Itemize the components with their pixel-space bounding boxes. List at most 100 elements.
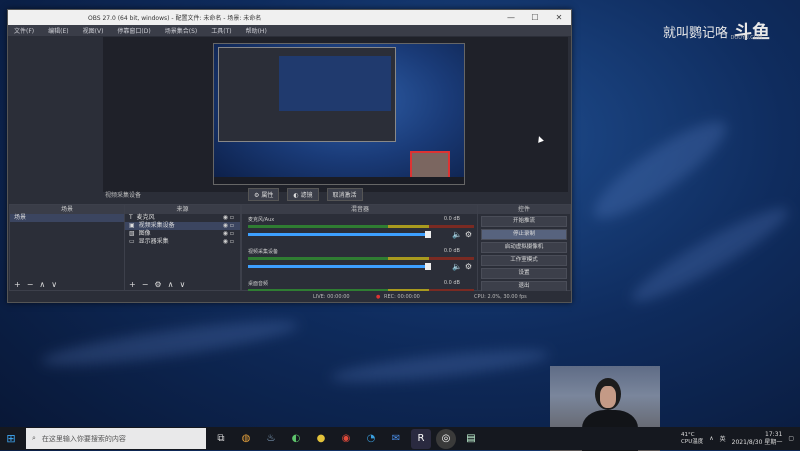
deactivate-button[interactable]: 取消激活 — [326, 188, 363, 201]
channel-db: 0.0 dB — [443, 280, 460, 286]
text-icon: T — [129, 214, 133, 221]
add-icon[interactable]: + — [14, 280, 21, 289]
temperature-widget[interactable]: 41°C CPU温度 — [681, 432, 703, 446]
scene-item[interactable]: 场景 — [10, 214, 124, 222]
window-title: OBS 27.0 (64 bit, windows) - 配置文件: 未命名 -… — [88, 15, 262, 22]
source-toolbar: ⚙ 属性 ◐ 滤镜 取消激活 — [248, 188, 363, 201]
browser-360-icon[interactable]: ◐ — [286, 429, 306, 449]
filters-button[interactable]: ◐ 滤镜 — [287, 188, 319, 201]
mail-icon[interactable]: ✉ — [386, 429, 406, 449]
controls-title: 控件 — [478, 205, 570, 214]
properties-label: 属性 — [261, 192, 274, 199]
clock-time: 17:31 — [765, 430, 783, 438]
image-icon: ▧ — [129, 230, 135, 237]
rec-dot-icon: ● — [376, 293, 381, 300]
douyu-url: DOUYU.COM — [730, 35, 763, 41]
temperature-value: 41°C — [681, 431, 695, 438]
clock-date: 2021/8/30 星期一 — [731, 438, 783, 446]
obs-titlebar[interactable]: OBS 27.0 (64 bit, windows) - 配置文件: 未命名 -… — [8, 10, 571, 25]
rockstar-icon[interactable]: R — [411, 428, 431, 449]
mixer-channel: 麦克风/Aux 0.0 dB 🔈 ⚙ — [248, 216, 474, 246]
preview-taskbar — [214, 177, 464, 184]
close-icon[interactable]: ✕ — [547, 13, 571, 22]
eye-icon[interactable]: ◉ ▫ — [223, 222, 234, 230]
menu-docks[interactable]: 停靠窗口(D) — [117, 26, 150, 35]
move-up-icon[interactable]: ∧ — [39, 280, 45, 289]
source-item[interactable]: ▣ 视频采集设备 ◉ ▫ — [125, 222, 240, 230]
start-streaming-button[interactable]: 开始推流 — [481, 216, 567, 227]
edge-icon[interactable]: ◔ — [361, 429, 381, 449]
speaker-icon[interactable]: 🔈 — [452, 262, 462, 271]
controls-dock: 控件 开始推流 停止录制 启动虚拟摄像机 工作室模式 设置 退出 — [477, 204, 571, 292]
gear-icon[interactable]: ⚙ — [154, 280, 161, 289]
scene-item-label: 场景 — [14, 214, 27, 221]
eye-icon[interactable]: ◉ ▫ — [223, 230, 234, 238]
ime-indicator[interactable]: 英 — [720, 434, 726, 443]
eye-icon[interactable]: ◉ ▫ — [223, 214, 234, 222]
move-down-icon[interactable]: ∨ — [51, 280, 57, 289]
menu-view[interactable]: 视图(V) — [83, 26, 104, 35]
app-yellow-icon[interactable]: ● — [311, 429, 331, 449]
notification-icon[interactable]: ▢ — [788, 435, 794, 442]
stop-recording-button[interactable]: 停止录制 — [481, 229, 567, 240]
task-view-icon[interactable]: ⧉ — [211, 429, 231, 449]
gear-icon[interactable]: ⚙ — [465, 230, 472, 239]
menu-file[interactable]: 文件(F) — [14, 26, 34, 35]
speaker-icon[interactable]: 🔈 — [452, 230, 462, 239]
slider-handle[interactable] — [425, 263, 431, 270]
preview-canvas[interactable] — [213, 43, 465, 185]
menu-edit[interactable]: 编辑(E) — [48, 26, 68, 35]
source-label: 图像 — [138, 230, 151, 237]
studio-mode-button[interactable]: 工作室模式 — [481, 255, 567, 266]
cpu-fps: CPU: 2.0%, 30.00 fps — [474, 293, 527, 300]
channel-db: 0.0 dB — [443, 248, 460, 254]
menu-scene-collection[interactable]: 场景集合(S) — [165, 26, 198, 35]
source-item[interactable]: ▭ 显示器采集 ◉ ▫ — [125, 238, 240, 246]
remove-icon[interactable]: − — [27, 280, 34, 289]
chrome-icon[interactable]: ◉ — [336, 429, 356, 449]
move-down-icon[interactable]: ∨ — [179, 280, 185, 289]
menu-help[interactable]: 帮助(H) — [246, 26, 267, 35]
windows-start-icon[interactable]: ⊞ — [0, 432, 22, 445]
menu-tools[interactable]: 工具(T) — [211, 26, 231, 35]
mixer-channel: 视频采集设备 0.0 dB 🔈 ⚙ — [248, 248, 474, 278]
maximize-icon[interactable]: ☐ — [523, 13, 547, 22]
rec-timer: REC: 00:00:00 — [384, 293, 420, 300]
volume-meter — [248, 225, 474, 228]
chevron-up-icon[interactable]: ∧ — [709, 435, 713, 442]
browser-icon[interactable]: ◍ — [236, 429, 256, 449]
properties-button[interactable]: ⚙ 属性 — [248, 188, 280, 201]
volume-slider[interactable] — [248, 263, 431, 270]
source-label: 麦克风 — [136, 214, 155, 221]
remove-icon[interactable]: − — [142, 280, 149, 289]
settings-button[interactable]: 设置 — [481, 268, 567, 279]
source-item[interactable]: ▧ 图像 ◉ ▫ — [125, 230, 240, 238]
obs-icon[interactable]: ◎ — [436, 428, 456, 449]
status-bar: LIVE: 00:00:00 ● REC: 00:00:00 CPU: 2.0%… — [8, 291, 571, 302]
move-up-icon[interactable]: ∧ — [168, 280, 174, 289]
temperature-label: CPU温度 — [681, 438, 704, 445]
steam-icon[interactable]: ♨ — [261, 429, 281, 449]
slider-handle[interactable] — [425, 231, 431, 238]
source-item[interactable]: T 麦克风 ◉ ▫ — [125, 214, 240, 222]
search-placeholder: 在这里输入你要搜索的内容 — [41, 434, 126, 443]
add-icon[interactable]: + — [129, 280, 136, 289]
sources-title: 来源 — [125, 205, 240, 214]
eye-icon[interactable]: ◉ ▫ — [223, 238, 234, 246]
source-label: 显示器采集 — [138, 238, 169, 245]
volume-slider[interactable] — [248, 231, 431, 238]
system-tray: 41°C CPU温度 ∧ 英 17:31 2021/8/30 星期一 ▢ — [681, 427, 800, 450]
filters-label: 滤镜 — [300, 192, 313, 199]
app-bar-icon[interactable]: ▤ — [461, 429, 481, 449]
virtual-camera-button[interactable]: 启动虚拟摄像机 — [481, 242, 567, 253]
minimize-icon[interactable]: — — [499, 13, 523, 22]
taskbar-search[interactable]: ⌕ 在这里输入你要搜索的内容 — [26, 428, 206, 449]
camera-icon: ▣ — [129, 222, 135, 229]
channel-name: 桌面音频 — [248, 281, 269, 287]
scenes-dock: 场景 场景 + − ∧ ∨ — [9, 204, 125, 291]
gear-icon[interactable]: ⚙ — [465, 262, 472, 271]
taskbar: ⊞ ⌕ 在这里输入你要搜索的内容 ⧉ ◍ ♨ ◐ ● ◉ ◔ ✉ R ◎ ▤ 4… — [0, 427, 800, 450]
scenes-title: 场景 — [10, 205, 124, 214]
clock[interactable]: 17:31 2021/8/30 星期一 — [732, 431, 783, 447]
streamer-name: 就叫鹦记咯 — [662, 25, 728, 41]
